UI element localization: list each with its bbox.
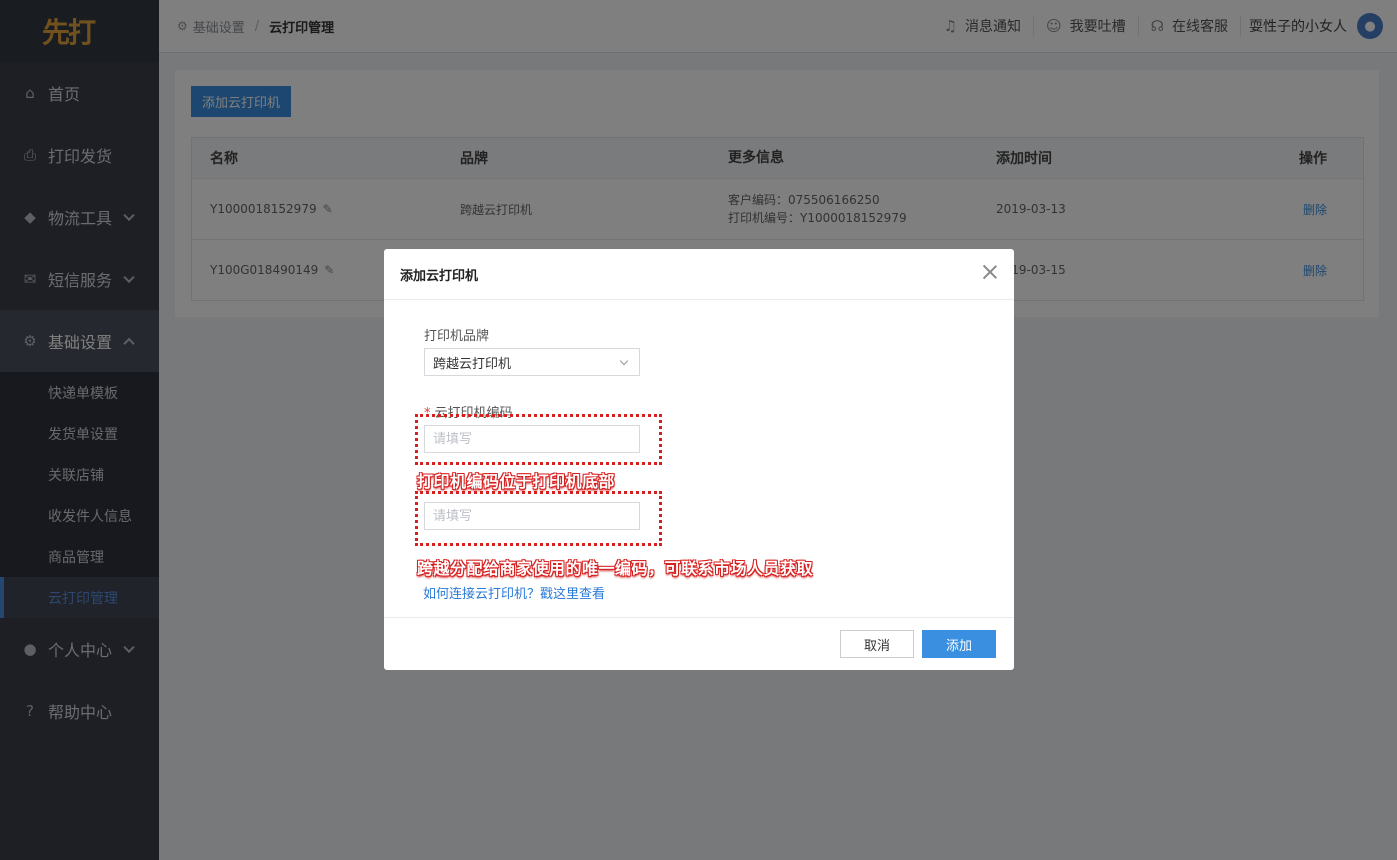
chevron-down-icon bbox=[619, 356, 629, 366]
add-printer-dialog: 添加云打印机 打印机品牌 跨越云打印机 *云打印机编码 打印机编码位于打印机底部… bbox=[384, 249, 1014, 670]
annotation-unique-code: 跨越分配给商家使用的唯一编码，可联系市场人员获取 bbox=[417, 559, 814, 578]
dialog-footer: 取消 添加 bbox=[384, 617, 1014, 670]
cancel-button[interactable]: 取消 bbox=[840, 630, 914, 658]
brand-select[interactable]: 跨越云打印机 bbox=[424, 348, 640, 376]
dialog-title: 添加云打印机 bbox=[384, 249, 1014, 300]
highlight-box-key bbox=[415, 491, 662, 546]
help-connect-link[interactable]: 如何连接云打印机？戳这里查看 bbox=[423, 583, 605, 602]
annotation-code-location: 打印机编码位于打印机底部 bbox=[417, 472, 616, 491]
brand-select-value: 跨越云打印机 bbox=[433, 356, 512, 372]
close-icon[interactable] bbox=[982, 264, 998, 280]
highlight-box-code bbox=[415, 414, 662, 465]
brand-label: 打印机品牌 bbox=[424, 329, 490, 344]
add-button[interactable]: 添加 bbox=[922, 630, 996, 658]
